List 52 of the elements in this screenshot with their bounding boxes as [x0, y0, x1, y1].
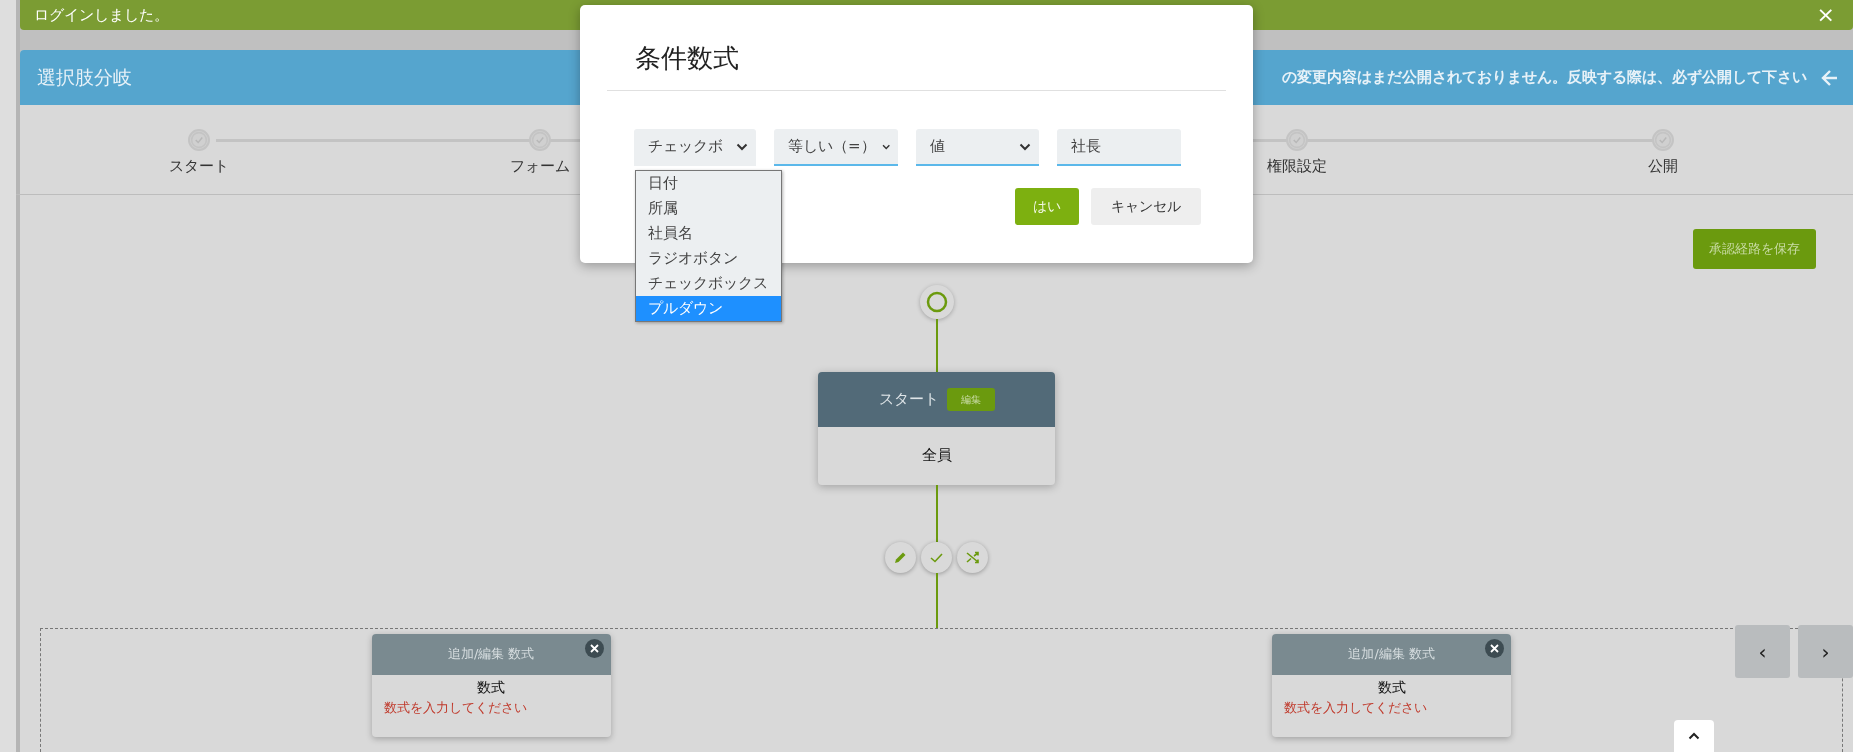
start-point [919, 284, 954, 319]
select-field[interactable]: 等しい（=） [774, 129, 898, 167]
step-label: フォーム [510, 156, 570, 177]
step-label: スタート [169, 156, 229, 177]
back-arrow-icon[interactable] [1821, 68, 1839, 87]
select-field[interactable]: 値 [916, 129, 1039, 167]
dropdown-option[interactable]: 社員名 [636, 221, 781, 246]
shuffle-icon [966, 550, 979, 564]
chevron-down-icon [881, 142, 890, 151]
step-label: 公開 [1648, 156, 1678, 177]
login-message: ログインしました。 [34, 4, 169, 26]
close-button[interactable] [1485, 638, 1505, 658]
check-icon [930, 551, 943, 563]
caret-up-icon [1688, 732, 1700, 740]
error-message: 数式を入力してください [1283, 698, 1429, 717]
pencil-icon [894, 550, 907, 564]
close-button[interactable] [584, 638, 604, 658]
connector-line [935, 572, 938, 628]
close-icon [1490, 643, 1500, 653]
connector-line [935, 484, 938, 542]
previous-button[interactable]: ‹ [1735, 625, 1790, 678]
error-message: 数式を入力してください [382, 698, 528, 717]
panel-title: 選択肢分岐 [37, 65, 132, 91]
chevron-down-icon [1019, 142, 1031, 151]
step-check-icon [1652, 129, 1674, 151]
dropdown-option[interactable]: 日付 [636, 171, 781, 196]
node-heading: 数式 [1376, 677, 1407, 697]
node-heading: 数式 [476, 677, 507, 697]
scroll-top-button[interactable] [1674, 720, 1714, 752]
node-title: スタート [878, 388, 939, 410]
step-check-icon [188, 129, 210, 151]
chevron-down-icon [736, 142, 748, 151]
node-body-text: 全員 [920, 445, 953, 467]
step-check-icon [1286, 129, 1308, 151]
node-title: 追加/編集 数式 [448, 645, 535, 664]
dropdown-option[interactable]: 所属 [636, 196, 781, 221]
step-check-icon [529, 129, 551, 151]
edit-button[interactable] [885, 541, 916, 573]
select-field[interactable]: チェックボ [634, 129, 756, 167]
next-button[interactable]: › [1798, 625, 1853, 678]
connector-line [935, 318, 938, 372]
value-input[interactable]: 社長 [1057, 129, 1181, 167]
dropdown-option[interactable]: ラジオボタン [636, 246, 781, 271]
dialog-title: 条件数式 [607, 5, 1226, 92]
step-label: 権限設定 [1267, 156, 1327, 177]
approve-button[interactable] [921, 541, 952, 573]
close-icon [589, 643, 599, 653]
dropdown-option[interactable]: チェックボックス [636, 271, 781, 296]
cancel-button[interactable]: キャンセル [1091, 188, 1201, 226]
node-title: 追加/編集 数式 [1348, 645, 1435, 664]
unpublished-notice: の変更内容はまだ公開されておりません。反映する際は、必ず公開して下さい [1282, 67, 1807, 89]
branch-button[interactable] [957, 541, 988, 573]
